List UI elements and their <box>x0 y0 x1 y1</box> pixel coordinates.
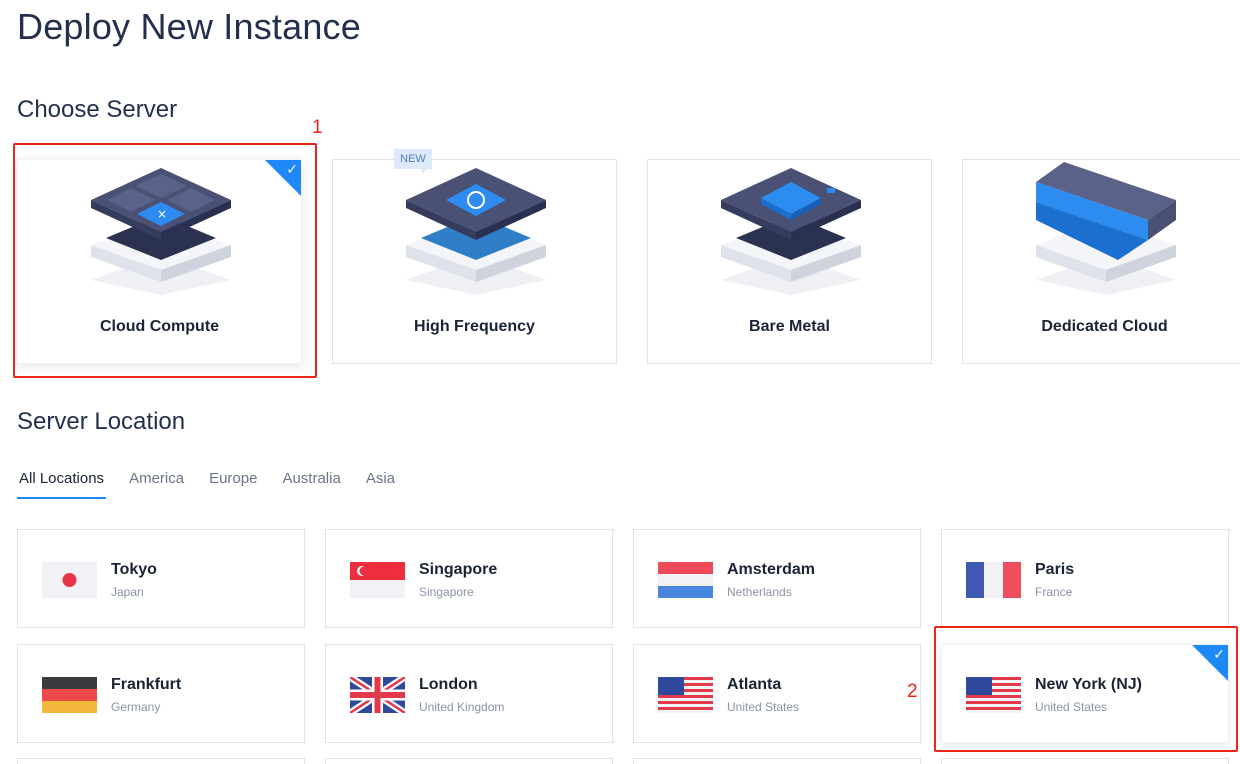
us-flag-icon <box>658 677 713 713</box>
location-city: Frankfurt <box>111 676 182 693</box>
tab-all-locations[interactable]: All Locations <box>17 468 107 499</box>
location-card-tokyo[interactable]: Tokyo Japan <box>17 529 305 628</box>
annotation-number-2: 2 <box>907 681 918 702</box>
location-card-partial[interactable] <box>325 758 613 764</box>
location-card-frankfurt[interactable]: Frankfurt Germany <box>17 644 305 743</box>
dedicated-cloud-illustration <box>1036 162 1176 295</box>
location-country: United States <box>727 700 800 714</box>
page-title: Deploy New Instance <box>17 6 361 47</box>
bare-metal-illustration <box>721 168 861 295</box>
location-card-atlanta[interactable]: Atlanta United States <box>633 644 921 743</box>
location-country: Japan <box>111 585 144 599</box>
location-card-partial[interactable] <box>941 758 1229 764</box>
server-card-dedicated-cloud[interactable]: Dedicated Cloud <box>962 159 1240 364</box>
location-tabs: All Locations America Europe Australia A… <box>17 468 418 499</box>
location-card-amsterdam[interactable]: Amsterdam Netherlands <box>633 529 921 628</box>
choose-server-heading: Choose Server <box>17 96 178 123</box>
tab-australia[interactable]: Australia <box>280 468 342 499</box>
server-card-label: Dedicated Cloud <box>1041 318 1168 335</box>
server-card-bare-metal[interactable]: Bare Metal <box>647 159 932 364</box>
new-badge: NEW <box>394 149 432 174</box>
server-location-heading: Server Location <box>17 408 186 435</box>
location-card-new-york[interactable]: New York (NJ) United States ✓ <box>941 644 1229 743</box>
location-country: Singapore <box>419 585 474 599</box>
location-card-partial[interactable] <box>633 758 921 764</box>
location-city: Singapore <box>419 561 498 578</box>
server-card-high-frequency[interactable]: High Frequency <box>332 159 617 364</box>
svg-text:×: × <box>157 207 167 221</box>
tab-america[interactable]: America <box>127 468 186 499</box>
location-city: Paris <box>1035 561 1075 578</box>
location-country: Germany <box>111 700 161 714</box>
location-city: London <box>419 676 478 693</box>
france-flag-icon <box>966 562 1021 598</box>
selected-check-icon: ✓ <box>265 160 301 196</box>
location-card-london[interactable]: London United Kingdom <box>325 644 613 743</box>
location-city: Amsterdam <box>727 561 816 578</box>
location-country: United Kingdom <box>419 700 505 714</box>
netherlands-flag-icon <box>658 562 713 598</box>
location-country: France <box>1035 585 1073 599</box>
location-city: Atlanta <box>727 676 782 693</box>
singapore-flag-icon <box>350 562 405 598</box>
uk-flag-icon <box>350 677 405 713</box>
japan-flag-icon <box>42 562 97 598</box>
location-country: United States <box>1035 700 1108 714</box>
server-card-cloud-compute[interactable]: × Cloud Compute ✓ <box>17 159 302 364</box>
high-frequency-illustration <box>406 168 546 295</box>
server-card-label: High Frequency <box>414 318 535 335</box>
cloud-compute-illustration: × <box>91 168 231 295</box>
location-city: New York (NJ) <box>1035 676 1142 693</box>
selected-check-icon: ✓ <box>1192 645 1228 681</box>
server-card-label: Cloud Compute <box>99 318 220 335</box>
germany-flag-icon <box>42 677 97 713</box>
server-card-label: Bare Metal <box>749 318 830 335</box>
tab-europe[interactable]: Europe <box>207 468 259 499</box>
location-city: Tokyo <box>111 561 157 578</box>
location-card-paris[interactable]: Paris France <box>941 529 1229 628</box>
location-card-singapore[interactable]: Singapore Singapore <box>325 529 613 628</box>
us-flag-icon <box>966 677 1021 713</box>
tab-asia[interactable]: Asia <box>364 468 397 499</box>
location-card-partial[interactable] <box>17 758 305 764</box>
location-country: Netherlands <box>727 585 792 599</box>
annotation-number-1: 1 <box>312 117 323 138</box>
